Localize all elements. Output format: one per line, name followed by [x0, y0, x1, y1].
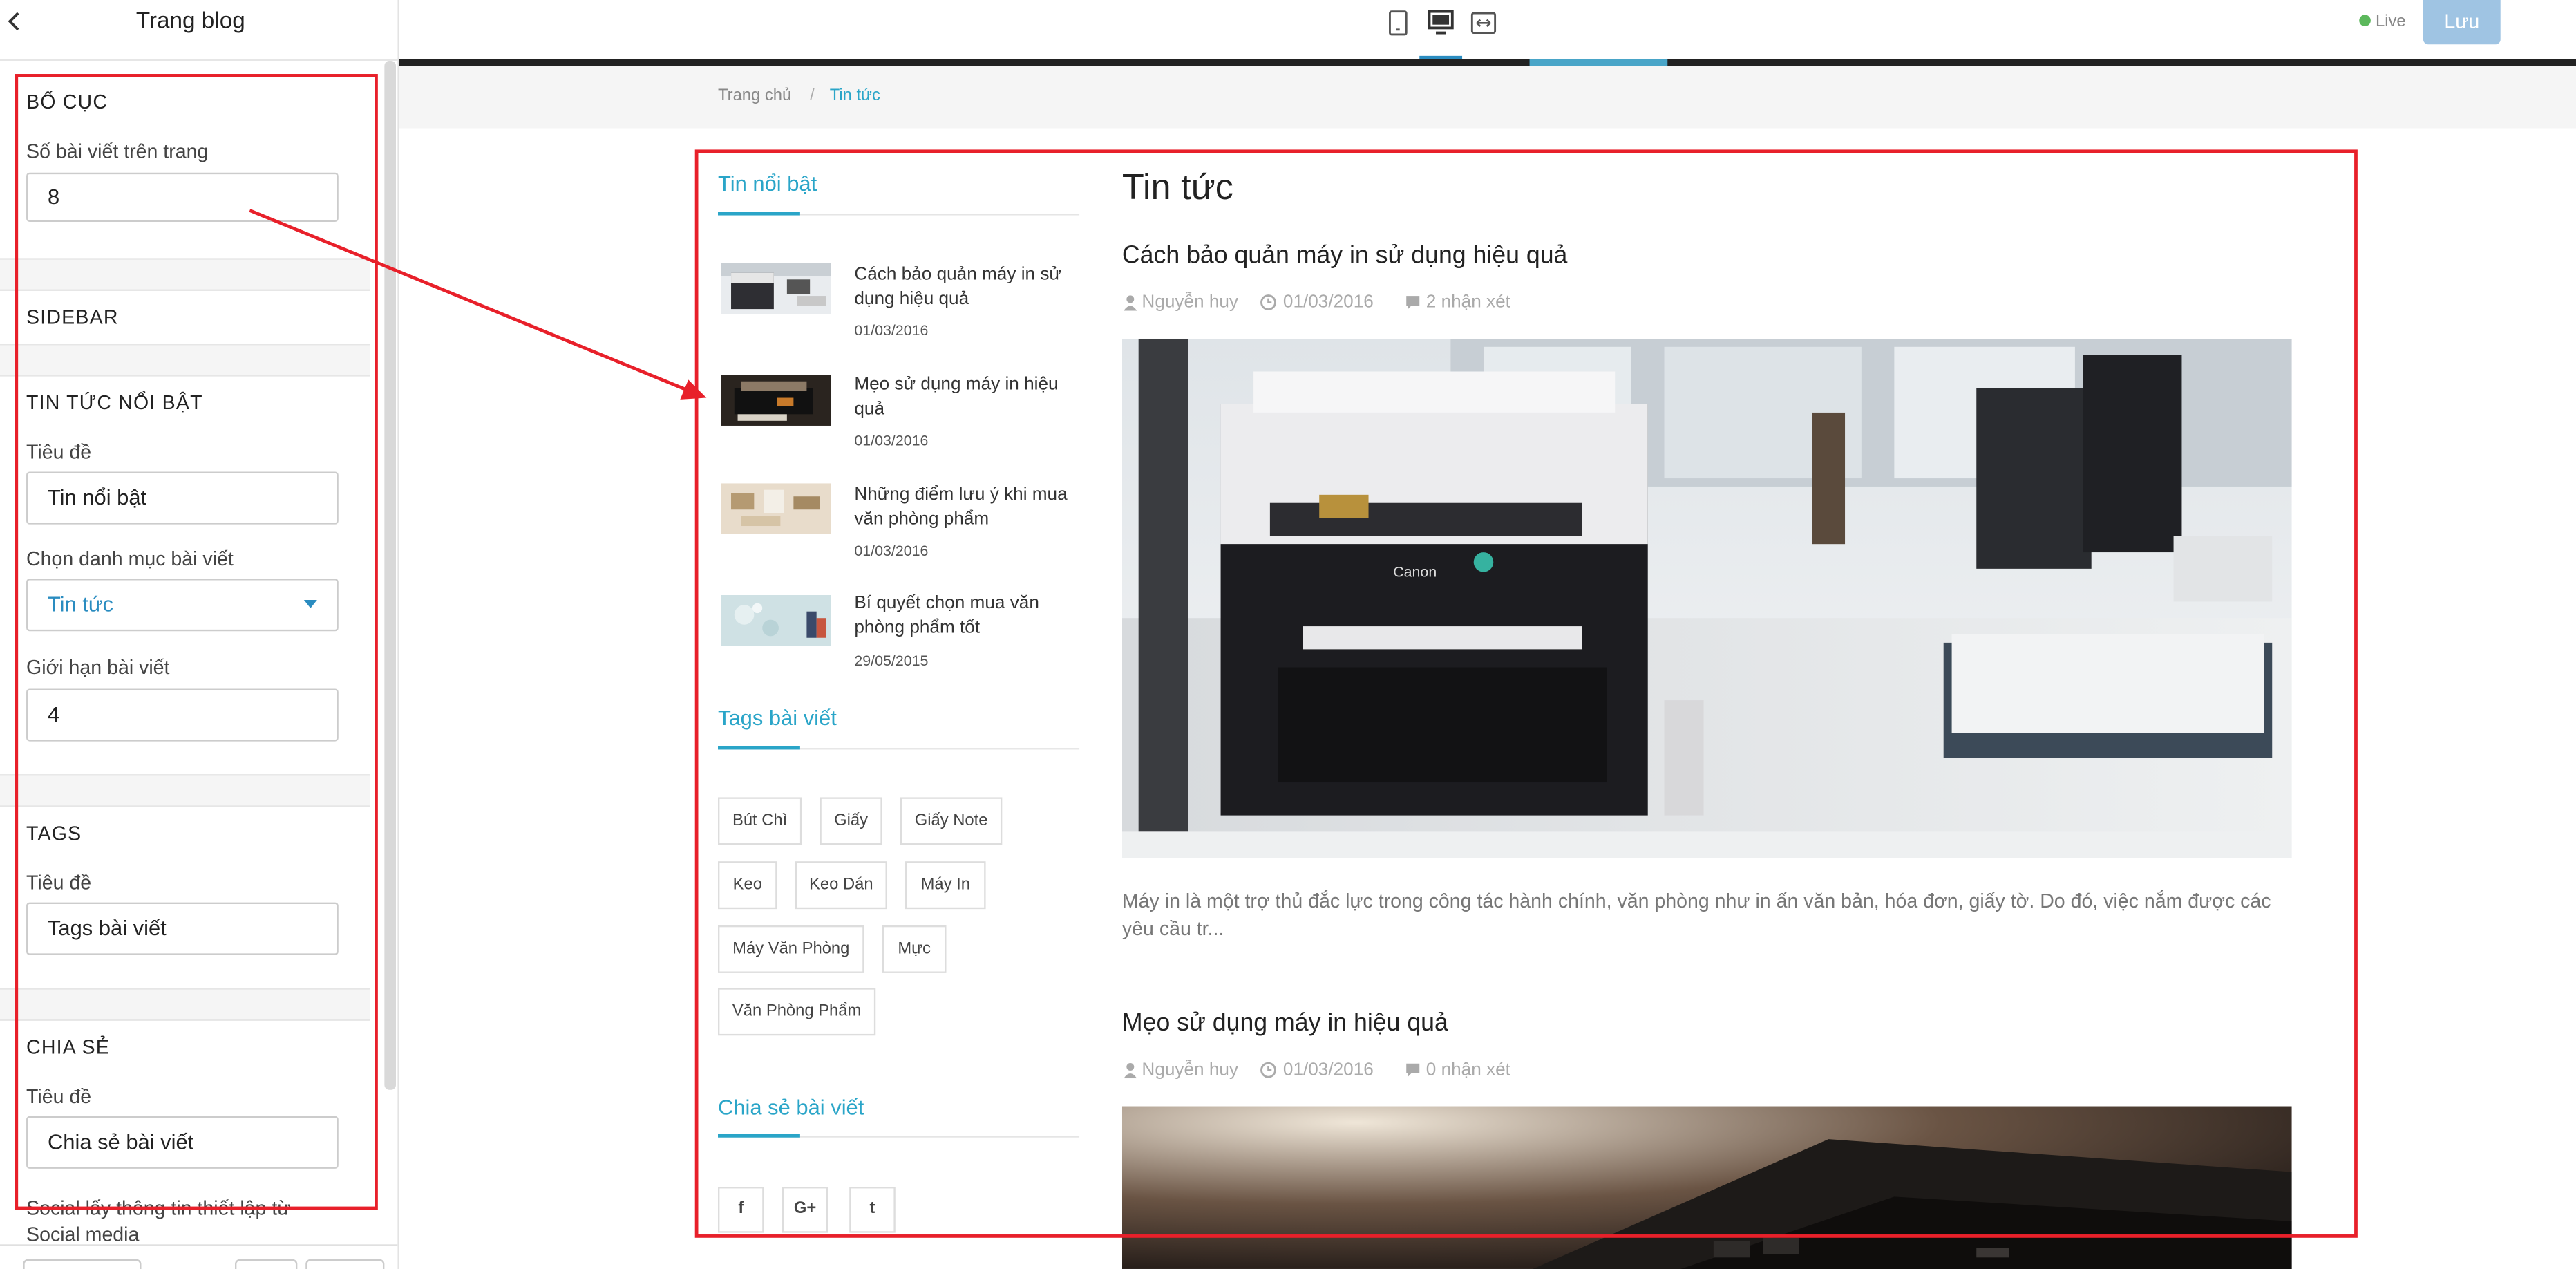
- annotation-arrow: [249, 209, 707, 400]
